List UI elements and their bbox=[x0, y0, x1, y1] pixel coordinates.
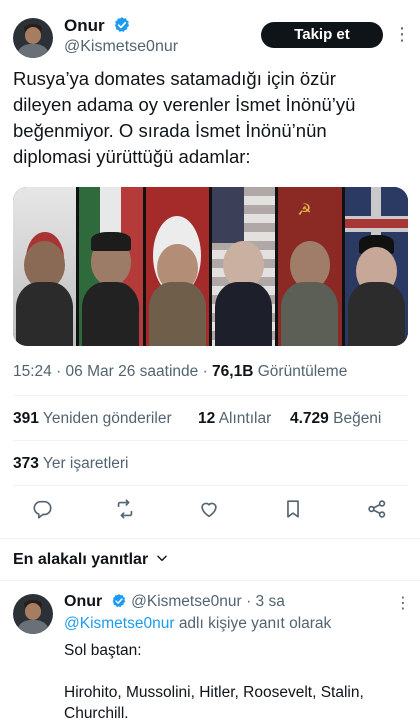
reply-author-handle[interactable]: @Kismetse0nur bbox=[131, 593, 242, 610]
quotes-label: Alıntılar bbox=[218, 410, 272, 427]
union-jack-red-h bbox=[344, 218, 408, 229]
divider bbox=[13, 440, 408, 441]
reply-author-name[interactable]: Onur bbox=[64, 593, 102, 610]
tweet-timestamp-row: 15:24 · 06 Mar 26 saatinde · 76,1B Görün… bbox=[13, 363, 347, 381]
photo-panel-3 bbox=[145, 187, 209, 346]
like-icon[interactable] bbox=[198, 498, 220, 520]
reply-text: Sol baştan: Hirohito, Mussolini, Hitler,… bbox=[64, 640, 414, 724]
reply-text-line: Churchill. bbox=[64, 705, 129, 722]
verified-badge-icon bbox=[112, 594, 126, 608]
tweet-text-line: Rusya’ya domates satamadığı için özür bbox=[13, 68, 336, 89]
follow-button[interactable]: Takip et bbox=[261, 22, 383, 48]
avatar-shirt bbox=[17, 619, 49, 634]
bookmarks-count: 373 bbox=[13, 455, 39, 472]
avatar-face bbox=[25, 602, 41, 620]
reply-icon[interactable] bbox=[31, 498, 53, 520]
more-options-icon[interactable]: ⋮ bbox=[393, 24, 412, 45]
divider bbox=[13, 395, 408, 396]
photo-panel-2 bbox=[79, 187, 143, 346]
author-handle[interactable]: @Kismetse0nur bbox=[64, 38, 178, 56]
photo-panel-5: ☭ bbox=[278, 187, 342, 346]
portrait-hat bbox=[90, 231, 132, 251]
reply-author-avatar[interactable] bbox=[13, 594, 53, 634]
bookmark-icon[interactable] bbox=[282, 498, 304, 520]
portrait-uniform bbox=[16, 282, 74, 346]
tweet-timestamp[interactable]: 15:24 · 06 Mar 26 saatinde · bbox=[13, 363, 208, 380]
photo-panel-1 bbox=[13, 187, 77, 346]
author-name-row[interactable]: Onur bbox=[64, 16, 131, 36]
portrait-uniform bbox=[148, 282, 206, 346]
reply-to-line: @Kismetse0nur adlı kişiye yanıt olarak bbox=[64, 615, 331, 633]
tweet-text-line: diplomasi yürüttüğü adamlar: bbox=[13, 146, 251, 167]
avatar-face bbox=[25, 26, 41, 44]
likes-stat[interactable]: 4.729 Beğeni bbox=[290, 410, 381, 428]
tweet-text-line: dileyen adama oy verenler İsmet İnönü’yü bbox=[13, 94, 356, 115]
chevron-down-icon bbox=[156, 555, 167, 562]
retweets-label: Yeniden gönderiler bbox=[42, 410, 172, 427]
replies-sort-label: En alakalı yanıtlar bbox=[13, 551, 149, 568]
portrait-uniform bbox=[281, 282, 339, 346]
tweet-text: Rusya’ya domates satamadığı için özür di… bbox=[13, 66, 413, 170]
views-count: 76,1B bbox=[212, 363, 254, 380]
reply-time[interactable]: · 3 sa bbox=[246, 593, 285, 610]
views-label: Görüntüleme bbox=[257, 363, 348, 380]
share-icon[interactable] bbox=[366, 498, 388, 520]
reply-to-suffix: adlı kişiye yanıt olarak bbox=[178, 615, 332, 632]
tweet-photo[interactable]: ☭ bbox=[13, 187, 408, 346]
portrait-suit bbox=[347, 282, 405, 346]
retweets-count: 391 bbox=[13, 410, 39, 427]
portrait-suit bbox=[215, 282, 273, 346]
photo-panel-4 bbox=[211, 187, 276, 346]
verified-badge-icon bbox=[114, 17, 130, 32]
reply-header: Onur @Kismetse0nur · 3 sa bbox=[64, 593, 285, 611]
avatar-shirt bbox=[17, 43, 49, 58]
divider bbox=[13, 485, 408, 486]
reply-to-mention[interactable]: @Kismetse0nur bbox=[64, 615, 175, 632]
divider bbox=[0, 580, 420, 581]
likes-label: Beğeni bbox=[333, 410, 382, 427]
author-avatar[interactable] bbox=[13, 18, 53, 58]
bookmarks-label: Yer işaretleri bbox=[42, 455, 129, 472]
bookmarks-stat[interactable]: 373 Yer işaretleri bbox=[13, 455, 128, 473]
hammer-sickle-icon: ☭ bbox=[297, 201, 312, 219]
quotes-count: 12 bbox=[198, 410, 216, 427]
retweets-stat[interactable]: 391 Yeniden gönderiler bbox=[13, 410, 172, 428]
reply-text-line: Hirohito, Mussolini, Hitler, Roosevelt, … bbox=[64, 684, 364, 701]
quotes-stat[interactable]: 12 Alıntılar bbox=[198, 410, 271, 428]
flag-canton bbox=[211, 187, 244, 243]
tweet-text-line: beğenmiyor. O sırada İsmet İnönü’nün bbox=[13, 120, 327, 141]
reply-more-options-icon[interactable]: ⋮ bbox=[395, 593, 412, 613]
photo-panel-6 bbox=[344, 187, 408, 346]
likes-count: 4.729 bbox=[290, 410, 329, 427]
portrait-uniform bbox=[82, 282, 140, 346]
retweet-icon[interactable] bbox=[114, 498, 136, 520]
reply-text-line: Sol baştan: bbox=[64, 642, 142, 659]
replies-sort-dropdown[interactable]: En alakalı yanıtlar bbox=[13, 551, 169, 569]
author-name[interactable]: Onur bbox=[64, 16, 105, 35]
divider bbox=[0, 538, 420, 539]
